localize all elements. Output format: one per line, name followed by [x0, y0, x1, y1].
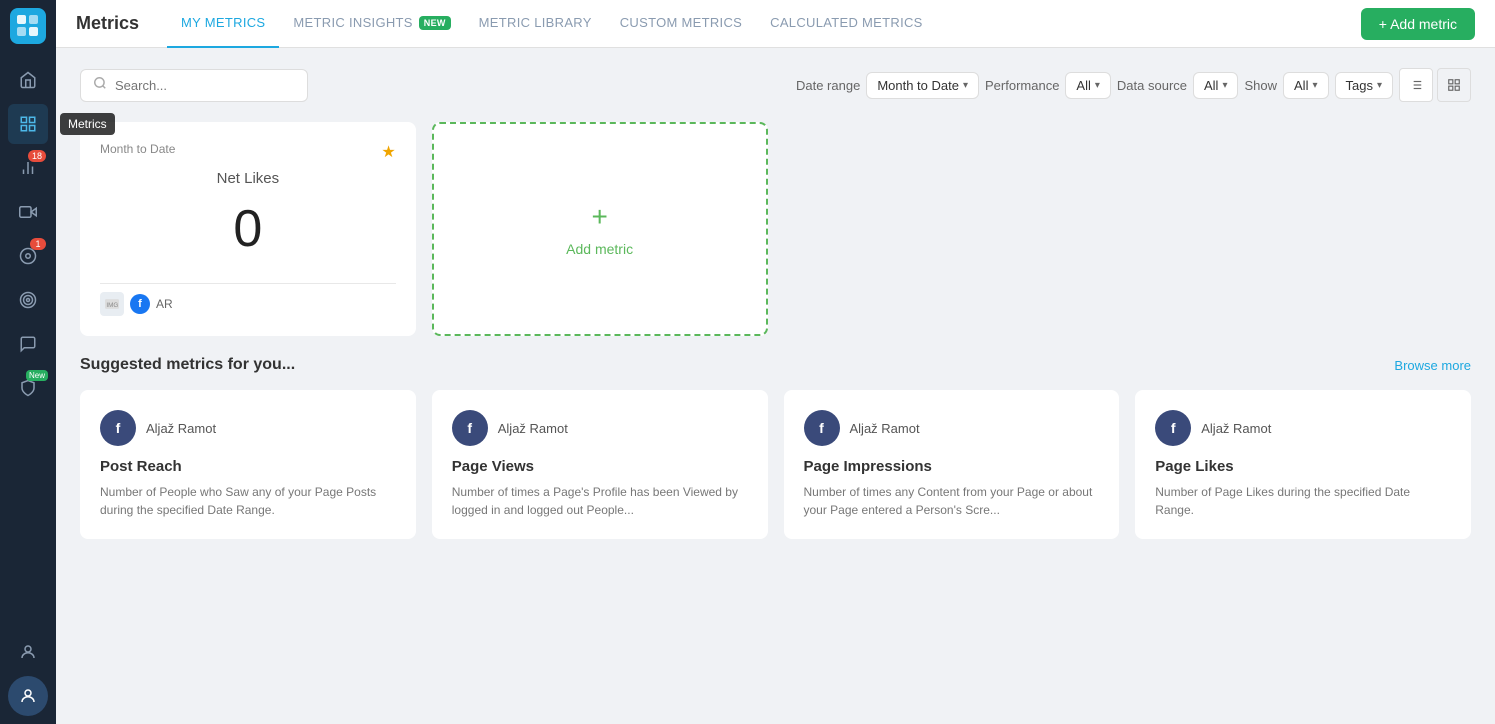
- suggested-avatar: f: [100, 410, 136, 446]
- metric-card-net-likes[interactable]: Month to Date ★ Net Likes 0 IMG f AR: [80, 122, 416, 336]
- suggested-user: Aljaž Ramot: [498, 421, 568, 436]
- tags-select[interactable]: Tags ▾: [1335, 72, 1394, 99]
- chevron-down-icon-show: ▾: [1312, 80, 1317, 91]
- sidebar-item-chat[interactable]: [8, 324, 48, 364]
- suggested-user: Aljaž Ramot: [1201, 421, 1271, 436]
- add-metric-button[interactable]: + Add metric: [1361, 8, 1475, 40]
- metric-icon-image: IMG: [100, 292, 124, 316]
- suggested-avatar: f: [804, 410, 840, 446]
- metric-value: 0: [100, 199, 396, 259]
- chevron-down-icon: ▾: [963, 80, 968, 91]
- performance-label: Performance: [985, 78, 1059, 93]
- suggested-card-desc: Number of times any Content from your Pa…: [804, 483, 1100, 519]
- filter-group: Date range Month to Date ▾ Performance A…: [796, 68, 1471, 102]
- search-icon: [93, 76, 107, 95]
- suggested-card-desc: Number of Page Likes during the specifie…: [1155, 483, 1451, 519]
- suggested-card-title: Page Likes: [1155, 458, 1451, 475]
- suggested-card-page-views[interactable]: f Aljaž Ramot Page Views Number of times…: [432, 390, 768, 539]
- suggested-card-title: Post Reach: [100, 458, 396, 475]
- suggested-title: Suggested metrics for you...: [80, 356, 295, 374]
- add-metric-card-label: Add metric: [566, 241, 633, 257]
- sidebar-item-video[interactable]: [8, 192, 48, 232]
- filter-bar: Date range Month to Date ▾ Performance A…: [80, 68, 1471, 102]
- browse-more-link[interactable]: Browse more: [1394, 358, 1471, 373]
- performance-select[interactable]: All ▾: [1065, 72, 1110, 99]
- suggested-user: Aljaž Ramot: [146, 421, 216, 436]
- svg-text:IMG: IMG: [106, 302, 118, 309]
- chevron-down-icon-ds: ▾: [1222, 80, 1227, 91]
- main-area: Metrics MY METRICS METRIC INSIGHTS New M…: [56, 0, 1495, 724]
- chevron-down-icon-perf: ▾: [1095, 80, 1100, 91]
- metric-date-range: Month to Date: [100, 142, 175, 156]
- suggested-card-title: Page Views: [452, 458, 748, 475]
- chevron-down-icon-tags: ▾: [1377, 80, 1382, 91]
- topnav: Metrics MY METRICS METRIC INSIGHTS New M…: [56, 0, 1495, 48]
- search-box[interactable]: [80, 69, 308, 102]
- tab-metric-library[interactable]: METRIC LIBRARY: [465, 0, 606, 48]
- metrics-grid: Month to Date ★ Net Likes 0 IMG f AR + A…: [80, 122, 1471, 336]
- add-metric-plus-icon: +: [591, 201, 607, 233]
- content-area: Date range Month to Date ▾ Performance A…: [56, 48, 1495, 724]
- facebook-icon: f: [130, 294, 150, 314]
- reports-badge: 18: [28, 150, 46, 162]
- suggested-card-desc: Number of times a Page's Profile has bee…: [452, 483, 748, 519]
- metric-card-header: Month to Date ★: [100, 142, 396, 162]
- view-toggle: [1399, 68, 1471, 102]
- add-metric-card[interactable]: + Add metric: [432, 122, 768, 336]
- sidebar-item-profile[interactable]: [8, 632, 48, 672]
- suggested-header: Suggested metrics for you... Browse more: [80, 356, 1471, 374]
- suggested-card-header: f Aljaž Ramot: [1155, 410, 1451, 446]
- sidebar-item-metrics[interactable]: Metrics: [8, 104, 48, 144]
- show-select[interactable]: All ▾: [1283, 72, 1328, 99]
- suggested-section: Suggested metrics for you... Browse more…: [80, 356, 1471, 539]
- list-view-button[interactable]: [1399, 68, 1433, 102]
- suggested-card-desc: Number of People who Saw any of your Pag…: [100, 483, 396, 519]
- suggested-avatar: f: [452, 410, 488, 446]
- suggested-user: Aljaž Ramot: [850, 421, 920, 436]
- metric-divider: [100, 283, 396, 284]
- tab-custom-metrics[interactable]: CUSTOM METRICS: [606, 0, 756, 48]
- date-range-select[interactable]: Month to Date ▾: [866, 72, 979, 99]
- app-logo[interactable]: [10, 8, 46, 44]
- suggested-card-title: Page Impressions: [804, 458, 1100, 475]
- sidebar-item-reports[interactable]: 18: [8, 148, 48, 188]
- suggested-card-header: f Aljaž Ramot: [100, 410, 396, 446]
- search-input[interactable]: [115, 78, 295, 93]
- tab-metric-insights[interactable]: METRIC INSIGHTS New: [279, 0, 464, 48]
- sidebar: Metrics 18 1 New: [0, 0, 56, 724]
- sidebar-item-shield[interactable]: New: [8, 368, 48, 408]
- suggested-grid: f Aljaž Ramot Post Reach Number of Peopl…: [80, 390, 1471, 539]
- show-label: Show: [1244, 78, 1277, 93]
- metric-footer: IMG f AR: [100, 292, 396, 316]
- sidebar-item-home[interactable]: [8, 60, 48, 100]
- suggested-card-header: f Aljaž Ramot: [804, 410, 1100, 446]
- suggested-card-post-reach[interactable]: f Aljaž Ramot Post Reach Number of Peopl…: [80, 390, 416, 539]
- suggested-card-page-likes[interactable]: f Aljaž Ramot Page Likes Number of Page …: [1135, 390, 1471, 539]
- tab-calculated-metrics[interactable]: CALCULATED METRICS: [756, 0, 937, 48]
- suggested-avatar: f: [1155, 410, 1191, 446]
- data-source-label: Data source: [1117, 78, 1187, 93]
- grid-view-button[interactable]: [1437, 68, 1471, 102]
- metric-insights-badge: New: [419, 16, 451, 30]
- metric-account: AR: [156, 297, 173, 311]
- sidebar-item-user-bottom[interactable]: [8, 676, 48, 716]
- suggested-card-header: f Aljaž Ramot: [452, 410, 748, 446]
- shield-badge-new: New: [26, 370, 48, 381]
- suggested-card-page-impressions[interactable]: f Aljaž Ramot Page Impressions Number of…: [784, 390, 1120, 539]
- tab-my-metrics[interactable]: MY METRICS: [167, 0, 279, 48]
- tasks-badge: 1: [30, 238, 46, 250]
- metric-name: Net Likes: [100, 170, 396, 187]
- data-source-select[interactable]: All ▾: [1193, 72, 1238, 99]
- sidebar-item-tasks[interactable]: 1: [8, 236, 48, 276]
- date-range-label: Date range: [796, 78, 860, 93]
- app-title: Metrics: [76, 13, 139, 34]
- sidebar-item-target[interactable]: [8, 280, 48, 320]
- star-icon[interactable]: ★: [381, 142, 395, 162]
